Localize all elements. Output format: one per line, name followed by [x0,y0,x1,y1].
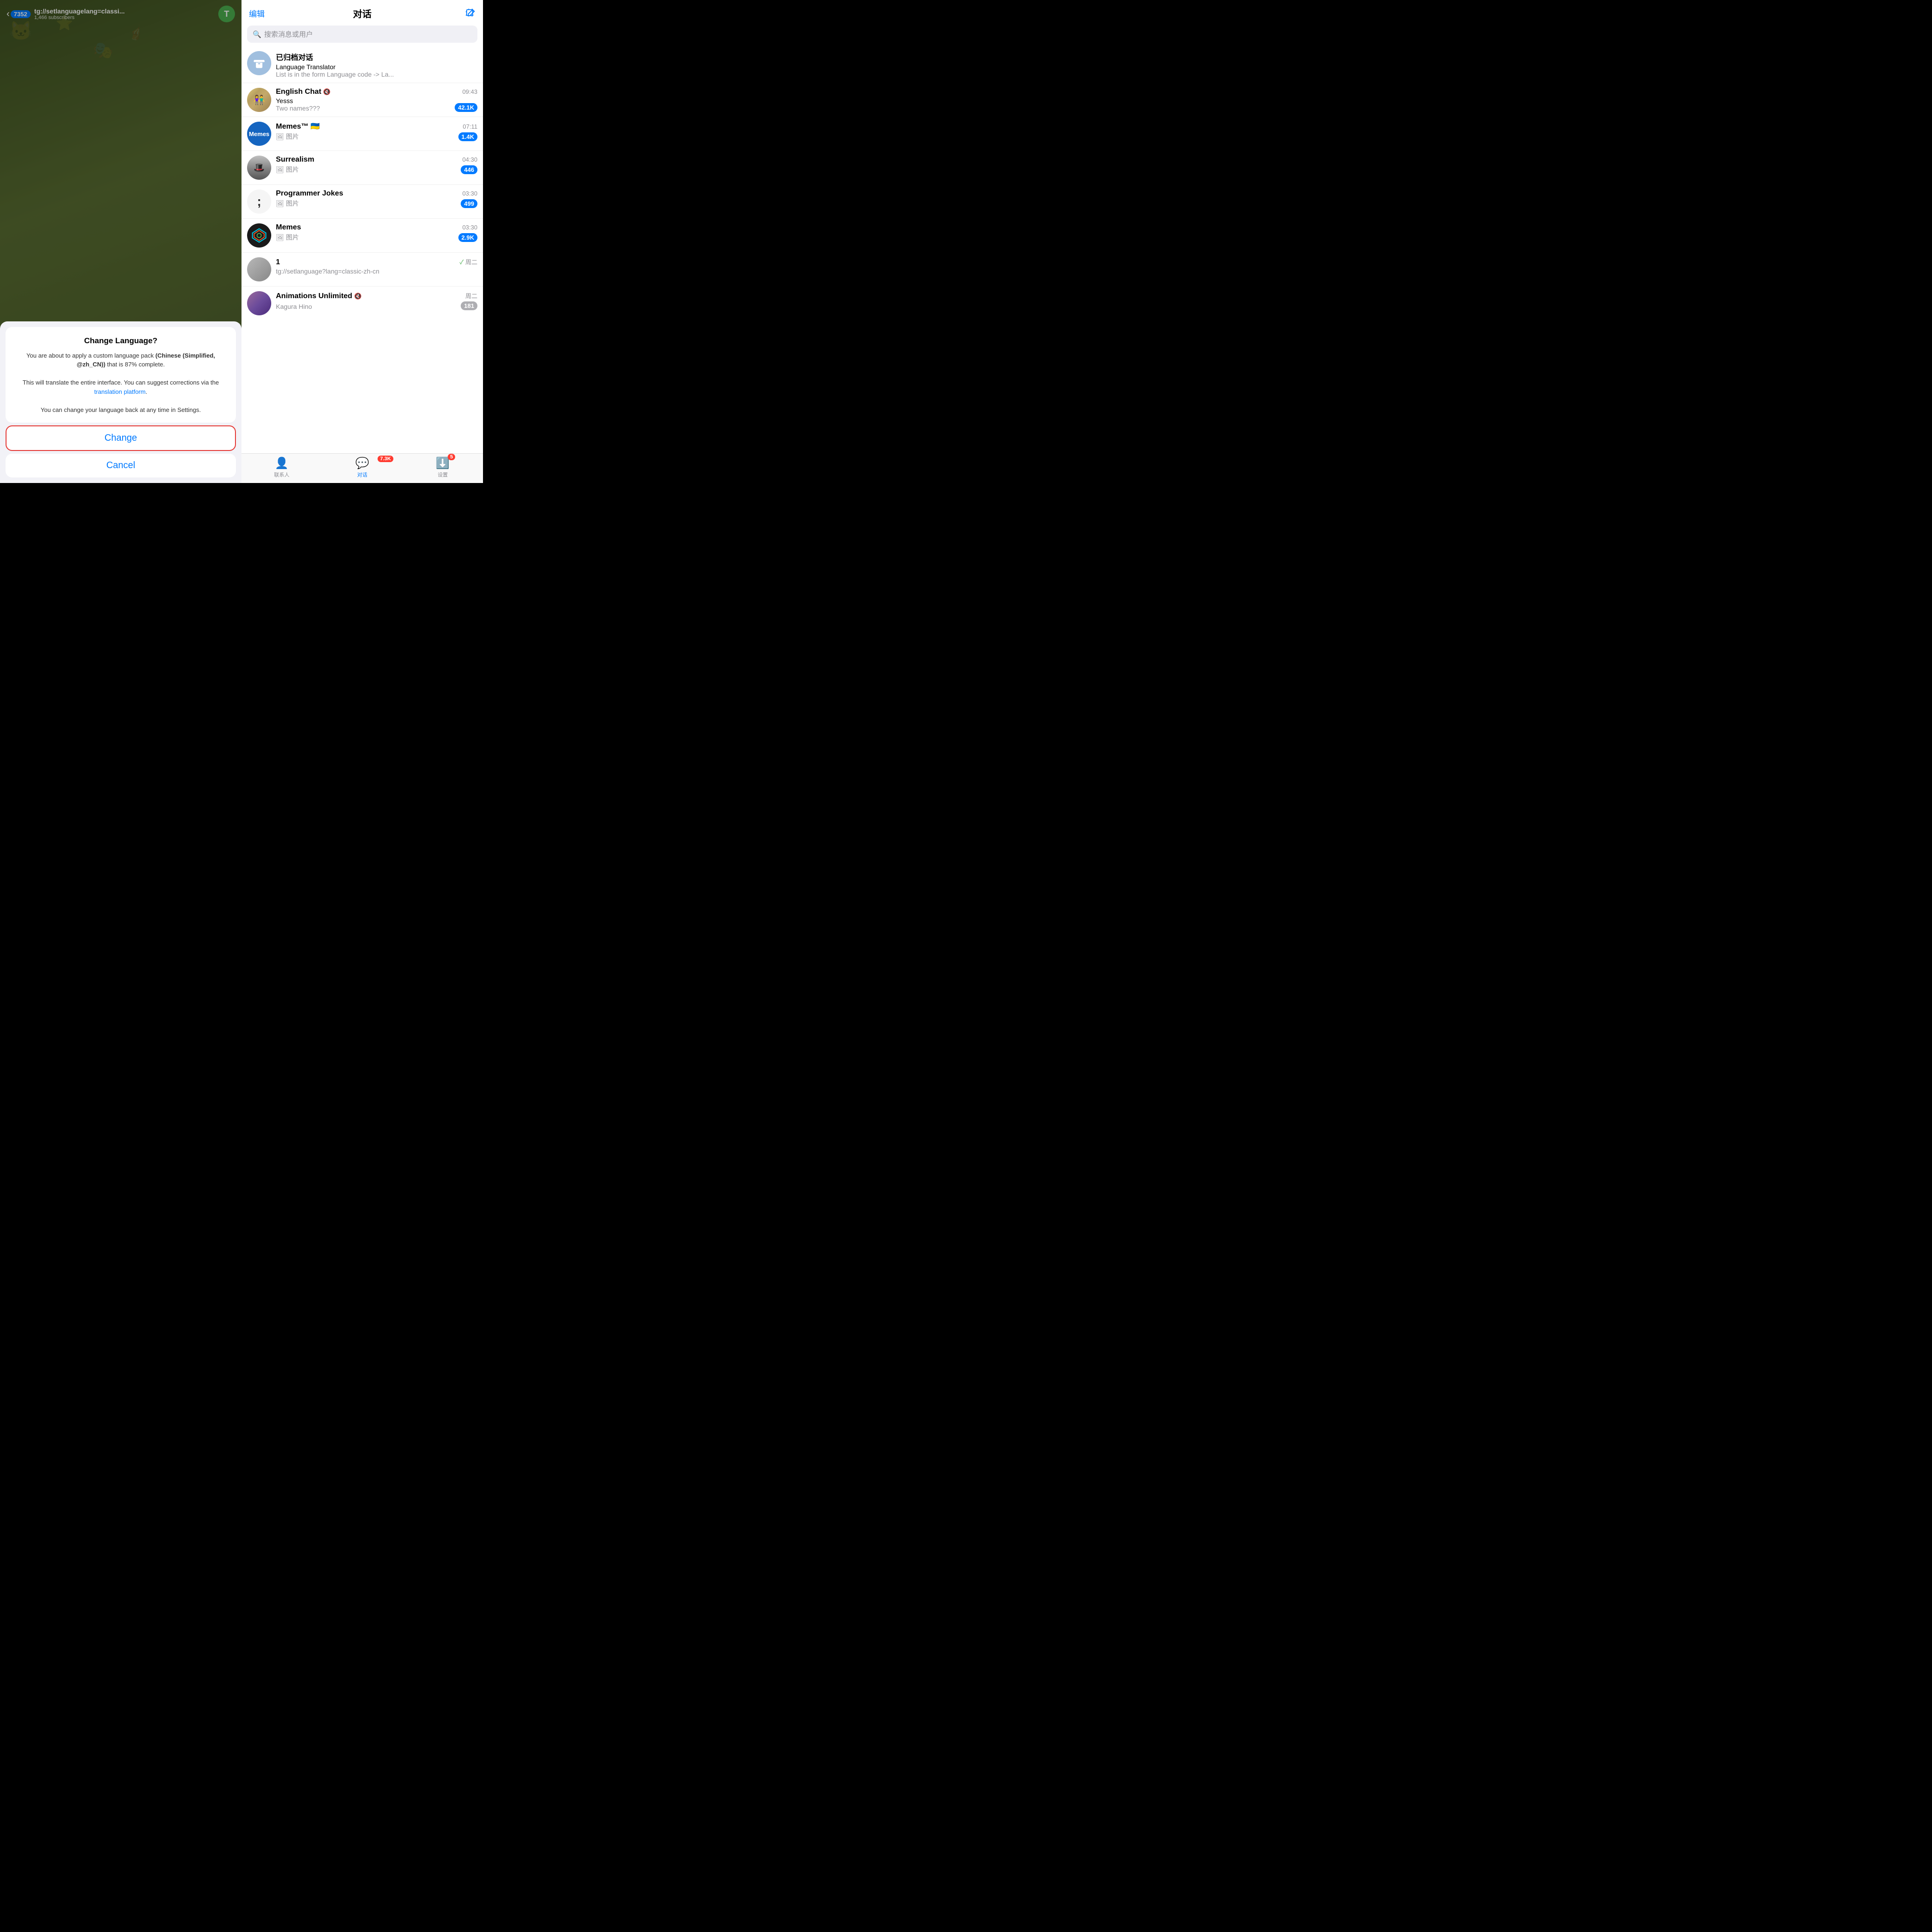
modal-overlay: Change Language? You are about to apply … [0,0,242,483]
english-chat-time: 09:43 [462,88,477,95]
animations-badge: 181 [461,301,477,310]
edit-button[interactable]: 编辑 [249,7,306,19]
modal-body-period: . [145,388,147,395]
english-chat-badge: 42.1K [455,103,477,112]
one-preview: tg://setlanguage?lang=classic-zh-cn [276,268,477,275]
list-item[interactable]: 1 ✓ 周二 tg://setlanguage?lang=classic-zh-… [242,253,483,287]
translation-platform-link[interactable]: translation platform [94,388,146,395]
chat-list: 已归档对话 Language Translator List is in the… [242,46,483,453]
animations-preview: Kagura Hino [276,303,458,310]
modal-body-text1: You are about to apply a custom language… [26,352,156,359]
memes9-time: 03:30 [462,224,477,231]
animations-content: Animations Unlimited 🔇 周二 Kagura Hino 18… [276,291,477,310]
animations-time: 周二 [465,291,477,300]
english-chat-preview1: Yesss [276,97,452,104]
one-avatar [247,257,271,281]
animations-avatar [247,291,271,315]
settings-tab-badge: 5 [448,454,455,460]
search-icon: 🔍 [253,30,261,39]
tab-settings[interactable]: ⬇️ 5 设置 [403,457,483,478]
mute-icon: 🔇 [323,88,331,96]
modal-body-text4: You can change your language back at any… [41,406,201,413]
animations-mute-icon: 🔇 [354,293,361,300]
change-language-dialog: Change Language? You are about to apply … [0,321,242,483]
right-panel: 编辑 对话 🔍 搜索消息或用户 已归档对话 [242,0,483,483]
memes9-content: Memes 03:30 🖼 图片 2.9K [276,223,477,242]
english-chat-content: English Chat 🔇 09:43 Yesss Two names??? … [276,88,477,112]
tab-bar: 👤 联系人 💬 7.3K 对话 ⬇️ 5 设置 [242,453,483,483]
memes9-preview: 🖼 图片 [276,233,456,242]
tick-icon: ✓ [459,259,463,266]
archive-preview2: List is in the form Language code -> La.… [276,71,477,78]
programmer-avatar: ; [247,189,271,214]
conversations-header: 编辑 对话 [242,0,483,24]
contacts-label: 联系人 [274,471,289,478]
memes-ukraine-time: 07:11 [463,123,477,130]
surrealism-avatar: 🎩 [247,156,271,180]
search-placeholder: 搜索消息或用户 [264,29,313,39]
memes-ukraine-name: Memes™ 🇺🇦 [276,122,320,131]
surrealism-content: Surrealism 04:30 🖼 图片 446 [276,156,477,174]
settings-label: 设置 [437,471,448,478]
surrealism-preview: 🖼 图片 [276,165,458,174]
tab-chats[interactable]: 💬 7.3K 对话 [322,457,402,478]
archive-name: 已归档对话 [276,51,313,62]
one-time: ✓ 周二 [459,257,477,266]
programmer-time: 03:30 [462,190,477,197]
memes-ukraine-badge: 1.4K [458,132,477,141]
english-chat-name: English Chat 🔇 [276,88,331,96]
chats-tab-badge: 7.3K [378,456,393,462]
memes-ukraine-preview: 🖼 图片 [276,132,456,141]
animations-name: Animations Unlimited 🔇 [276,292,362,300]
list-item[interactable]: 已归档对话 Language Translator List is in the… [242,46,483,83]
chats-icon: 💬 [355,457,369,470]
surrealism-name: Surrealism [276,156,314,164]
archive-chat-content: 已归档对话 Language Translator List is in the… [276,51,477,78]
memes9-badge: 2.9K [458,233,477,242]
programmer-content: Programmer Jokes 03:30 🖼 图片 499 [276,189,477,208]
archive-preview1: Language Translator [276,63,477,71]
one-name: 1 [276,258,280,267]
one-content: 1 ✓ 周二 tg://setlanguage?lang=classic-zh-… [276,257,477,275]
change-button-wrap: Change [6,425,236,451]
archive-avatar [247,51,271,75]
list-item[interactable]: Memes 03:30 🖼 图片 2.9K [242,219,483,253]
list-item[interactable]: 👫 English Chat 🔇 09:43 Yesss Two names??… [242,83,483,117]
modal-body-text3: This will translate the entire interface… [23,379,219,386]
memes9-avatar [247,223,271,248]
conversations-title: 对话 [306,7,419,20]
surrealism-badge: 446 [461,165,477,174]
tab-contacts[interactable]: 👤 联系人 [242,457,322,478]
list-item[interactable]: 🎩 Surrealism 04:30 🖼 图片 446 [242,151,483,185]
english-chat-avatar: 👫 [247,88,271,112]
modal-body-text2: that is 87% complete. [105,361,165,368]
programmer-badge: 499 [461,199,477,208]
programmer-name: Programmer Jokes [276,189,343,198]
list-item[interactable]: Animations Unlimited 🔇 周二 Kagura Hino 18… [242,287,483,320]
compose-button[interactable] [419,8,476,19]
list-item[interactable]: Memes Memes™ 🇺🇦 07:11 🖼 图片 1.4K [242,117,483,151]
memes-ukraine-avatar: Memes [247,122,271,146]
memes-ukraine-content: Memes™ 🇺🇦 07:11 🖼 图片 1.4K [276,122,477,141]
cancel-button[interactable]: Cancel [6,454,236,477]
left-panel: 🐱 ⭐ 🎭 🌸 🎪 🎨 🐶 💎 🎵 🌙 🎠 🦋 🎈 ⚡ 🌟 🎁 🐸 🎺 🦄 🏆 … [0,0,242,483]
modal-title: Change Language? [14,336,228,346]
search-bar[interactable]: 🔍 搜索消息或用户 [247,26,477,43]
programmer-preview: 🖼 图片 [276,199,458,208]
list-item[interactable]: ; Programmer Jokes 03:30 🖼 图片 499 [242,185,483,219]
settings-icon: ⬇️ [436,457,450,470]
modal-card: Change Language? You are about to apply … [6,327,236,423]
english-chat-preview2: Two names??? [276,104,452,112]
modal-body: You are about to apply a custom language… [14,351,228,415]
surrealism-time: 04:30 [462,156,477,163]
memes9-name: Memes [276,223,301,232]
change-language-button[interactable]: Change [7,426,235,450]
cancel-button-wrap: Cancel [6,454,236,477]
contacts-icon: 👤 [275,457,289,470]
chats-label: 对话 [357,471,367,478]
